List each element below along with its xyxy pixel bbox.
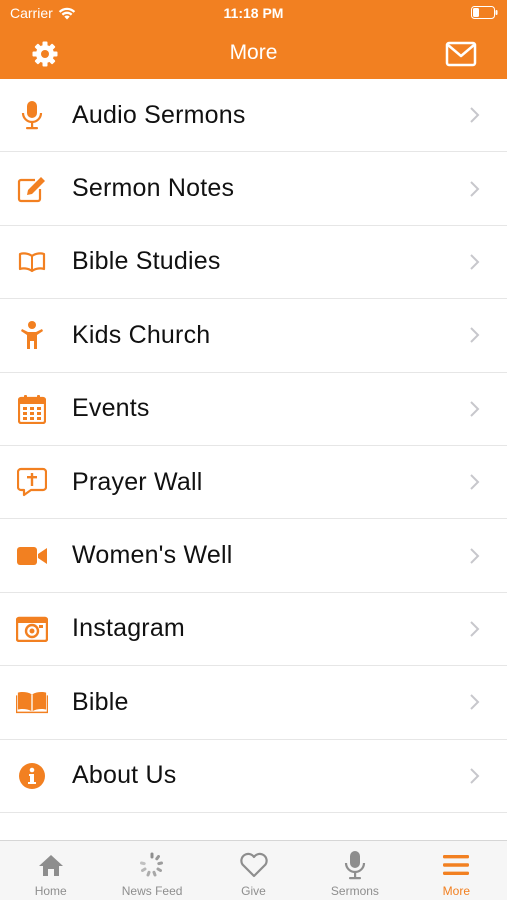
- menu-item-instagram[interactable]: Instagram: [0, 593, 507, 667]
- menu-item-label: Women's Well: [72, 541, 233, 570]
- chevron-right-icon: [470, 401, 480, 417]
- chevron-right-icon: [470, 327, 480, 344]
- chevron-right-icon: [470, 180, 480, 197]
- menu-item-about-us[interactable]: About Us: [0, 740, 507, 813]
- camera-icon: [16, 613, 48, 645]
- chevron-right-icon: [470, 694, 480, 711]
- menu-icon: [441, 850, 471, 880]
- chevron-right-icon: [470, 474, 480, 490]
- chevron-right-icon: [470, 254, 480, 270]
- edit-icon: [16, 173, 48, 205]
- mail-button[interactable]: [445, 40, 477, 68]
- menu-item-label: Sermon Notes: [72, 174, 235, 203]
- menu-item-kids-church[interactable]: Kids Church: [0, 299, 507, 373]
- chevron-right-icon: [470, 547, 480, 564]
- open-book-icon: [16, 246, 48, 278]
- info-icon: [16, 760, 48, 792]
- tab-more[interactable]: More: [406, 841, 507, 900]
- tab-label: Home: [34, 884, 67, 898]
- calendar-icon: [16, 393, 48, 425]
- tab-give[interactable]: Give: [203, 841, 304, 900]
- book-icon: [16, 686, 48, 718]
- menu-item-label: About Us: [72, 761, 177, 790]
- menu-item-womens-well[interactable]: Women's Well: [0, 519, 507, 593]
- battery-icon: [471, 6, 498, 22]
- nav-bar: More: [0, 28, 507, 79]
- child-icon: [16, 319, 48, 351]
- video-camera-icon: [16, 540, 48, 572]
- tab-label: Sermons: [330, 884, 379, 898]
- tab-label: News Feed: [121, 884, 183, 898]
- tab-bar: Home News Feed Give Sermons More: [0, 840, 507, 900]
- heart-icon: [239, 850, 269, 880]
- status-time: 11:18 PM: [223, 5, 284, 21]
- tab-label: More: [442, 884, 470, 898]
- menu-item-prayer-wall[interactable]: Prayer Wall: [0, 446, 507, 520]
- chevron-right-icon: [470, 621, 480, 637]
- prayer-bubble-icon: [16, 466, 48, 498]
- menu-item-label: Instagram: [72, 614, 185, 643]
- tab-news-feed[interactable]: News Feed: [101, 841, 202, 900]
- menu-item-label: Events: [72, 394, 150, 423]
- tab-sermons[interactable]: Sermons: [304, 841, 405, 900]
- chevron-right-icon: [470, 107, 480, 123]
- status-bar: Carrier 11:18 PM: [0, 0, 507, 28]
- tab-label: Give: [241, 884, 266, 898]
- chevron-right-icon: [470, 767, 480, 784]
- envelope-icon: [445, 41, 477, 67]
- menu-item-label: Bible: [72, 687, 129, 716]
- more-menu-list: Audio Sermons Sermon Notes Bible Studies: [0, 79, 507, 813]
- menu-item-label: Audio Sermons: [72, 100, 246, 129]
- menu-item-events[interactable]: Events: [0, 373, 507, 446]
- menu-item-sermon-notes[interactable]: Sermon Notes: [0, 152, 507, 226]
- menu-item-bible[interactable]: Bible: [0, 666, 507, 740]
- menu-item-label: Bible Studies: [72, 247, 221, 276]
- page-title: More: [229, 41, 278, 64]
- microphone-icon: [340, 850, 370, 880]
- microphone-icon: [16, 99, 48, 131]
- tab-home[interactable]: Home: [0, 841, 101, 900]
- menu-item-label: Prayer Wall: [72, 467, 203, 496]
- refresh-icon: [137, 850, 167, 880]
- menu-item-label: Kids Church: [72, 320, 211, 349]
- menu-item-audio-sermons[interactable]: Audio Sermons: [0, 79, 507, 153]
- menu-item-bible-studies[interactable]: Bible Studies: [0, 226, 507, 300]
- home-icon: [36, 850, 66, 880]
